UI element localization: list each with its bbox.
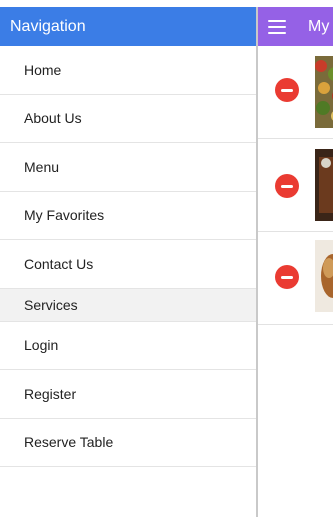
nav-item-contact-us[interactable]: Contact Us — [0, 240, 256, 289]
drawer-header: Navigation — [0, 7, 256, 46]
nav-item-home[interactable]: Home — [0, 46, 256, 95]
app-title: My — [308, 17, 330, 35]
nav-item-my-favorites[interactable]: My Favorites — [0, 192, 256, 240]
favorite-item — [258, 46, 333, 139]
favorite-item — [258, 232, 333, 325]
app-toolbar: My — [258, 7, 333, 46]
nav-item-reserve-table[interactable]: Reserve Table — [0, 419, 256, 467]
section-header-services: Services — [0, 288, 256, 322]
remove-circle-icon[interactable] — [275, 174, 299, 198]
nav-item-register[interactable]: Register — [0, 370, 256, 419]
nav-item-login[interactable]: Login — [0, 322, 256, 370]
dish-thumbnail — [315, 56, 333, 128]
dish-thumbnail — [315, 149, 333, 221]
remove-circle-icon[interactable] — [275, 265, 299, 289]
navigation-drawer: Navigation Home About Us Menu My Favorit… — [0, 7, 258, 517]
favorites-screen: My — [258, 7, 333, 517]
remove-circle-icon[interactable] — [275, 78, 299, 102]
drawer-title: Navigation — [10, 17, 86, 35]
dish-thumbnail — [315, 240, 333, 312]
hamburger-menu-icon[interactable] — [268, 19, 286, 34]
nav-item-menu[interactable]: Menu — [0, 143, 256, 192]
favorite-item — [258, 139, 333, 232]
nav-item-about-us[interactable]: About Us — [0, 95, 256, 143]
